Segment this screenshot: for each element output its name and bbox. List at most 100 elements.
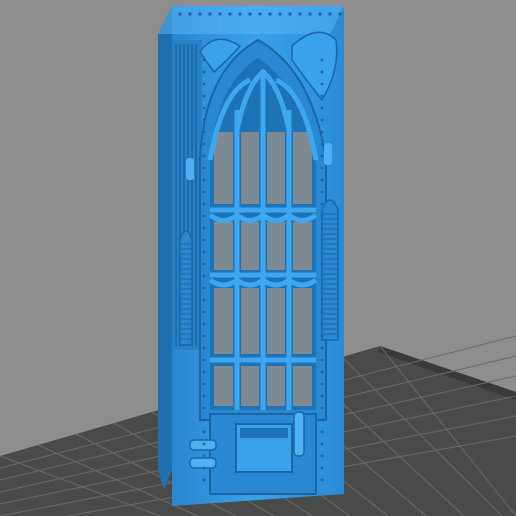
rivet: [202, 346, 206, 350]
gothic-window-panel-model[interactable]: [158, 6, 344, 506]
rivet: [258, 12, 262, 16]
rivet: [318, 12, 322, 16]
bolt-left: [186, 158, 194, 180]
rivet: [202, 58, 206, 62]
rivet: [320, 166, 324, 170]
rivet: [298, 12, 302, 16]
rivet: [320, 154, 324, 158]
rivet: [320, 58, 324, 62]
rivet: [320, 82, 324, 86]
rivet: [320, 298, 324, 302]
rivet: [202, 370, 206, 374]
window-pane: [267, 288, 285, 354]
window-pane: [214, 288, 233, 354]
rivet: [320, 406, 324, 410]
rivet: [188, 12, 192, 16]
window-pane: [214, 132, 233, 204]
rivet: [238, 12, 242, 16]
rivet: [338, 12, 342, 16]
rivet: [320, 202, 324, 206]
window-pane: [293, 366, 312, 406]
3d-viewport[interactable]: [0, 0, 516, 516]
rivet: [202, 454, 206, 458]
rivet: [320, 118, 324, 122]
window-pane: [241, 222, 259, 270]
rivet: [248, 12, 252, 16]
window-pane: [214, 222, 233, 270]
bolt-right: [324, 143, 332, 165]
rivet: [202, 130, 206, 134]
viewport-canvas[interactable]: [0, 0, 516, 516]
rivet: [320, 250, 324, 254]
rivet: [288, 12, 292, 16]
rivet: [202, 250, 206, 254]
rivet: [198, 12, 202, 16]
window-pane: [293, 132, 312, 204]
rivet: [320, 466, 324, 470]
rivet: [202, 286, 206, 290]
rivet: [320, 94, 324, 98]
rivet: [218, 12, 222, 16]
window-pane: [241, 288, 259, 354]
rivet: [202, 310, 206, 314]
panel-left-side: [158, 6, 172, 490]
rivet: [202, 190, 206, 194]
rivet: [202, 226, 206, 230]
rivet: [268, 12, 272, 16]
rivet: [202, 394, 206, 398]
left-lancet-ornament: [179, 230, 193, 346]
rivet: [202, 154, 206, 158]
rivet: [202, 142, 206, 146]
rivet: [320, 190, 324, 194]
rivet: [202, 418, 206, 422]
rivet: [320, 178, 324, 182]
rivet: [202, 478, 206, 482]
rivet: [320, 382, 324, 386]
rivet: [202, 442, 206, 446]
rivet: [202, 178, 206, 182]
rivet: [208, 12, 212, 16]
rivet: [202, 70, 206, 74]
rivet: [320, 418, 324, 422]
rivet: [178, 12, 182, 16]
window-pane: [214, 366, 233, 406]
window-pane: [267, 132, 285, 204]
rivet: [320, 274, 324, 278]
rivet: [320, 262, 324, 266]
rivet: [320, 334, 324, 338]
rivet: [320, 478, 324, 482]
rivet: [320, 226, 324, 230]
rivet: [202, 262, 206, 266]
window-pane: [241, 132, 259, 204]
rivet: [202, 118, 206, 122]
rivet: [320, 394, 324, 398]
rivet: [202, 166, 206, 170]
rivet: [202, 214, 206, 218]
rivet: [202, 358, 206, 362]
rivet: [228, 12, 232, 16]
rivet: [202, 202, 206, 206]
rivet: [202, 466, 206, 470]
rivet: [320, 238, 324, 242]
window-pane: [241, 366, 259, 406]
window-pane: [293, 288, 312, 354]
rivet: [320, 286, 324, 290]
rivet: [320, 370, 324, 374]
rivet: [320, 70, 324, 74]
rivet: [202, 430, 206, 434]
rivet: [278, 12, 282, 16]
window-pane: [267, 222, 285, 270]
hatch-slot: [240, 428, 288, 438]
rivet: [320, 142, 324, 146]
rivet: [320, 358, 324, 362]
rivet: [202, 82, 206, 86]
rivet: [320, 214, 324, 218]
rivet: [202, 406, 206, 410]
window-pane: [293, 222, 312, 270]
rivet: [320, 310, 324, 314]
rivet: [320, 430, 324, 434]
rivet: [320, 106, 324, 110]
rivet: [202, 106, 206, 110]
rivet: [320, 322, 324, 326]
rivet: [320, 130, 324, 134]
